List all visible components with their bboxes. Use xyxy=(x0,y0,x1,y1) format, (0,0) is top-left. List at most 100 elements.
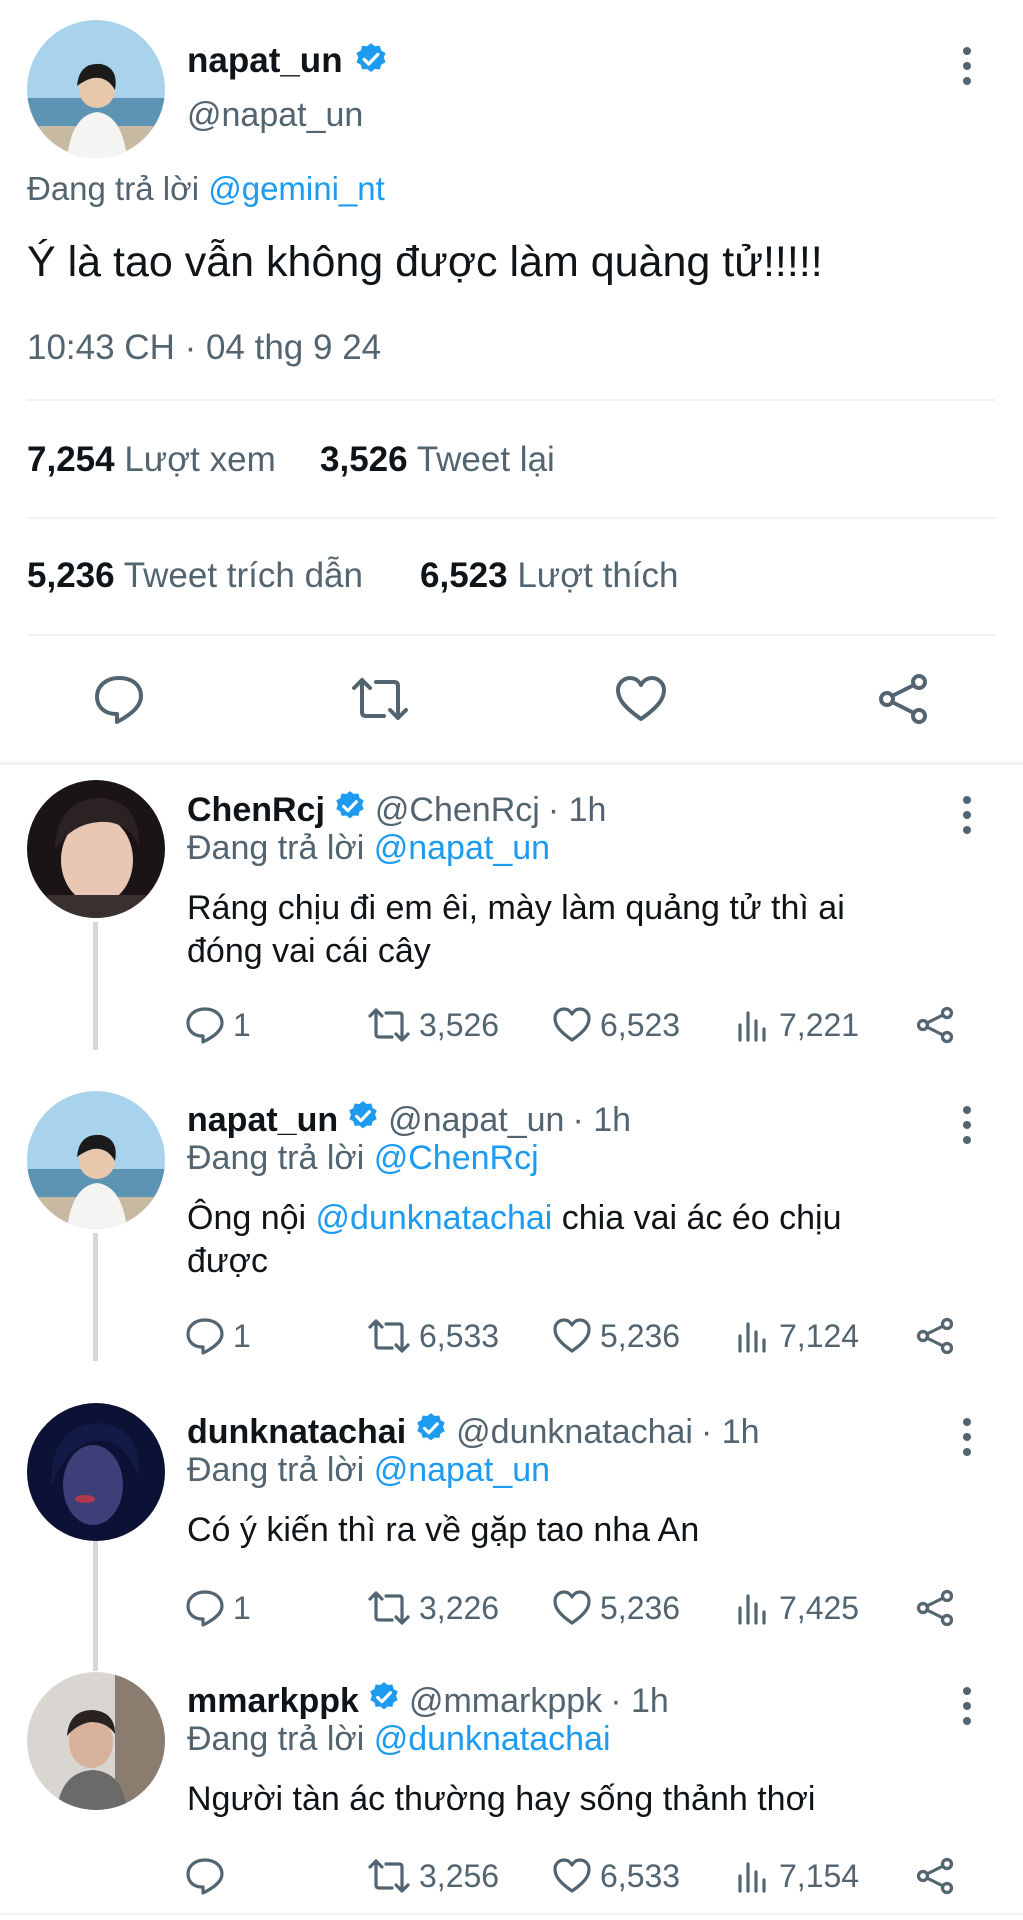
more-options-icon[interactable] xyxy=(952,785,982,845)
author-handle[interactable]: @napat_un xyxy=(187,96,363,135)
replying-to-prefix: Đang trả lời xyxy=(27,170,200,207)
replying-to-prefix: Đang trả lời xyxy=(187,1139,365,1177)
replying-to-prefix: Đang trả lời xyxy=(187,829,365,867)
author-name[interactable]: mmarkppk xyxy=(187,1682,359,1721)
reply-icon[interactable] xyxy=(92,672,146,726)
reply-count: 1 xyxy=(233,1589,251,1626)
reply-tweet[interactable]: napat_un @napat_un · 1h Đang trả lời @Ch… xyxy=(0,1077,1023,1387)
replying-to-prefix: Đang trả lời xyxy=(187,1720,365,1758)
reply-text: Ông nội xyxy=(187,1199,316,1237)
tweet-time: · 1h xyxy=(572,1100,632,1139)
replying-to-link[interactable]: @dunknatachai xyxy=(374,1720,611,1758)
quotes-stat[interactable]: 5,236 Tweet trích dẫn xyxy=(27,556,363,596)
more-options-icon[interactable] xyxy=(952,36,982,96)
views-button[interactable]: 7,124 xyxy=(735,1311,859,1361)
verified-badge-icon xyxy=(346,1099,380,1142)
reply-tweet[interactable]: dunknatachai @dunknatachai · 1h Đang trả… xyxy=(0,1389,1023,1659)
views-button[interactable]: 7,425 xyxy=(735,1583,859,1633)
reply-actions: 1 3,526 6,523 7,221 xyxy=(185,1000,983,1050)
author-handle[interactable]: @mmarkppk xyxy=(409,1682,602,1721)
retweet-count: 3,526 xyxy=(419,1006,500,1043)
replying-to-link[interactable]: @napat_un xyxy=(374,1451,550,1489)
reply-text: Có ý kiến thì ra về gặp tao nha An xyxy=(187,1511,700,1549)
reply-button[interactable] xyxy=(185,1851,233,1901)
views-count: 7,154 xyxy=(779,1857,860,1894)
divider xyxy=(27,634,996,636)
share-icon[interactable] xyxy=(915,1583,955,1633)
retweet-count: 3,256 xyxy=(419,1857,500,1894)
reply-text: Người tàn ác thường hay sống thảnh thơi xyxy=(187,1780,816,1818)
author-name[interactable]: napat_un xyxy=(187,1101,338,1140)
avatar[interactable] xyxy=(27,1091,165,1229)
views-button[interactable]: 7,221 xyxy=(735,1000,859,1050)
likes-label: Lượt thích xyxy=(517,556,679,595)
replying-to-link[interactable]: @napat_un xyxy=(374,829,550,867)
like-button[interactable]: 6,533 xyxy=(552,1851,680,1901)
divider xyxy=(27,517,996,519)
verified-badge-icon xyxy=(414,1411,448,1454)
author-handle[interactable]: @napat_un xyxy=(388,1101,564,1140)
divider xyxy=(27,399,996,401)
reply-button[interactable]: 1 xyxy=(185,1000,251,1050)
reply-button[interactable]: 1 xyxy=(185,1583,251,1633)
retweet-count: 6,533 xyxy=(419,1317,500,1354)
author-name[interactable]: ChenRcj xyxy=(187,791,325,830)
replying-to-link[interactable]: @ChenRcj xyxy=(374,1139,539,1177)
retweet-button[interactable]: 3,226 xyxy=(367,1583,499,1633)
tweet-time: · 1h xyxy=(547,790,607,829)
verified-badge-icon xyxy=(333,789,367,832)
reply-tweet[interactable]: ChenRcj @ChenRcj · 1h Đang trả lời @napa… xyxy=(0,765,1023,1075)
like-button[interactable]: 5,236 xyxy=(552,1311,680,1361)
avatar[interactable] xyxy=(27,20,165,158)
avatar[interactable] xyxy=(27,780,165,918)
reply-actions: 3,256 6,533 7,154 xyxy=(185,1851,983,1901)
tweet-time: · 1h xyxy=(610,1681,669,1720)
tweet-text: Ý là tao vẫn không được làm quàng tử!!!!… xyxy=(27,238,823,286)
reply-text: chia vai ác éo chịu xyxy=(552,1199,842,1237)
views-count: 7,254 xyxy=(27,440,115,479)
tweet-timestamp[interactable]: 10:43 CH · 04 thg 9 24 xyxy=(27,328,381,368)
more-options-icon[interactable] xyxy=(952,1095,982,1155)
main-tweet: napat_un @napat_un Đang trả lời @gemini_… xyxy=(0,0,1023,763)
views-count: 7,425 xyxy=(779,1589,860,1626)
author-handle[interactable]: @ChenRcj xyxy=(375,791,540,830)
retweets-stat[interactable]: 3,526 Tweet lại xyxy=(320,440,555,480)
reply-actions: 1 3,226 5,236 7,425 xyxy=(185,1583,983,1633)
author-name[interactable]: dunknatachai xyxy=(187,1413,406,1452)
like-icon[interactable] xyxy=(614,672,668,726)
reply-button[interactable]: 1 xyxy=(185,1311,251,1361)
divider xyxy=(0,1913,1023,1915)
mention-link[interactable]: @dunknatachai xyxy=(316,1199,553,1237)
retweets-label: Tweet lại xyxy=(416,440,555,479)
likes-count: 6,523 xyxy=(420,556,508,595)
retweet-button[interactable]: 3,526 xyxy=(367,1000,499,1050)
retweet-icon[interactable] xyxy=(350,674,410,724)
views-button[interactable]: 7,154 xyxy=(735,1851,859,1901)
author-name[interactable]: napat_un xyxy=(187,41,343,81)
share-icon[interactable] xyxy=(915,1000,955,1050)
like-count: 6,523 xyxy=(600,1006,681,1043)
reply-count: 1 xyxy=(233,1317,251,1354)
retweet-button[interactable]: 6,533 xyxy=(367,1311,499,1361)
quotes-label: Tweet trích dẫn xyxy=(123,556,363,595)
like-button[interactable]: 6,523 xyxy=(552,1000,680,1050)
retweets-count: 3,526 xyxy=(320,440,408,479)
verified-badge-icon xyxy=(367,1680,401,1723)
share-icon[interactable] xyxy=(915,1311,955,1361)
share-icon[interactable] xyxy=(876,672,930,726)
replying-to-link[interactable]: @gemini_nt xyxy=(208,170,385,207)
avatar[interactable] xyxy=(27,1403,165,1541)
retweet-button[interactable]: 3,256 xyxy=(367,1851,499,1901)
reply-tweet[interactable]: mmarkppk @mmarkppk · 1h Đang trả lời @du… xyxy=(0,1658,1023,1918)
like-button[interactable]: 5,236 xyxy=(552,1583,680,1633)
more-options-icon[interactable] xyxy=(952,1676,982,1736)
reply-actions: 1 6,533 5,236 7,124 xyxy=(185,1311,983,1361)
author-handle[interactable]: @dunknatachai xyxy=(456,1413,693,1452)
verified-badge-icon xyxy=(353,41,389,82)
avatar[interactable] xyxy=(27,1672,165,1810)
views-count: 7,124 xyxy=(779,1317,860,1354)
more-options-icon[interactable] xyxy=(952,1407,982,1467)
share-icon[interactable] xyxy=(915,1851,955,1901)
reply-text: Ráng chịu đi em êi, mày làm quảng tử thì… xyxy=(187,889,845,927)
likes-stat[interactable]: 6,523 Lượt thích xyxy=(420,556,679,596)
